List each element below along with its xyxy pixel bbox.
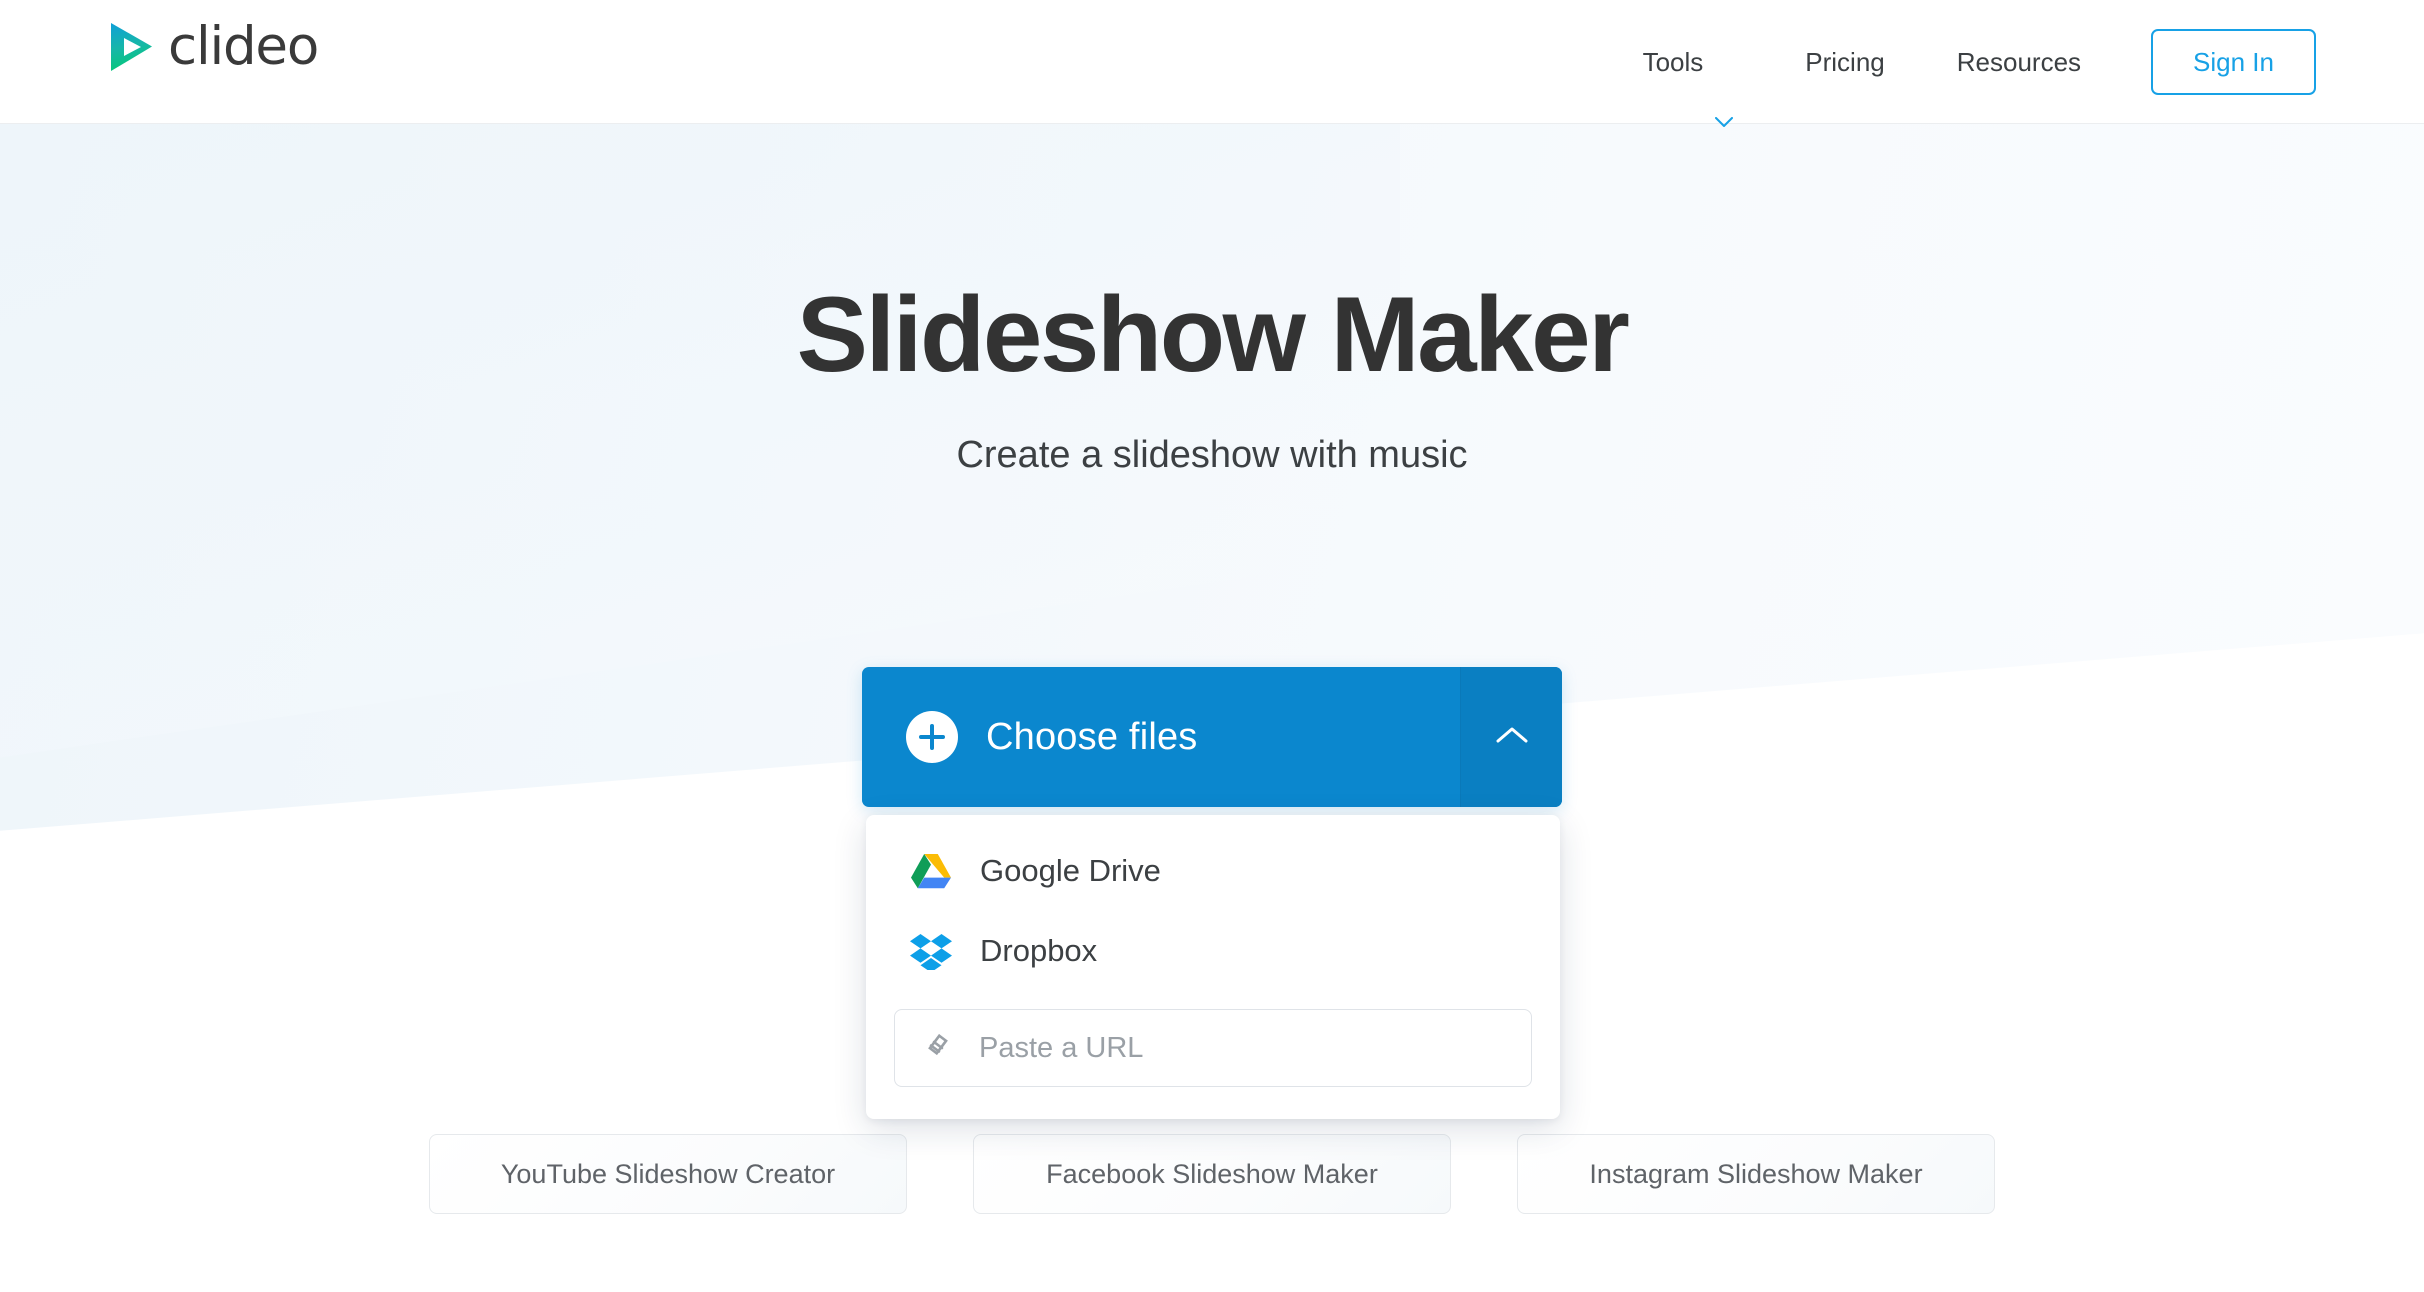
- choose-files-button[interactable]: Choose files: [862, 667, 1460, 807]
- play-triangle-icon: [108, 22, 154, 72]
- google-drive-icon: [910, 850, 952, 892]
- sign-in-button[interactable]: Sign In: [2151, 28, 2316, 96]
- choose-files-label: Choose files: [986, 715, 1198, 758]
- logo-text: clideo: [168, 16, 319, 77]
- upload-options-dropdown: Google Drive Dropbox: [866, 815, 1560, 1119]
- upload-options-toggle-button[interactable]: [1460, 667, 1562, 807]
- upload-option-google-drive[interactable]: Google Drive: [866, 831, 1560, 911]
- page-title: Slideshow Maker: [796, 274, 1630, 394]
- related-tools-links: YouTube Slideshow Creator Facebook Slide…: [0, 1134, 2424, 1214]
- upload-option-label: Dropbox: [980, 933, 1098, 968]
- upload-option-dropbox[interactable]: Dropbox: [866, 911, 1560, 991]
- file-uploader: Choose files Google Drive Dropbox Paste …: [862, 667, 1562, 1119]
- related-tool-card[interactable]: YouTube Slideshow Creator: [429, 1134, 907, 1214]
- related-tool-card[interactable]: Instagram Slideshow Maker: [1517, 1134, 1995, 1214]
- paste-url-input[interactable]: [979, 1010, 1531, 1086]
- plus-icon: [906, 711, 958, 763]
- chevron-up-icon: [1495, 725, 1529, 750]
- nav-item-pricing[interactable]: Pricing: [1769, 0, 1920, 124]
- chevron-down-icon: [1715, 57, 1734, 127]
- nav-item-tools[interactable]: Tools: [1607, 0, 1770, 127]
- site-header: clideo Tools Pricing Resources Sign In: [0, 0, 2424, 127]
- choose-files-button-group: Choose files: [862, 667, 1562, 807]
- nav-item-resources[interactable]: Resources: [1921, 0, 2117, 124]
- dropbox-icon: [910, 930, 952, 972]
- hero-section: Slideshow Maker Create a slideshow with …: [0, 124, 2424, 477]
- link-icon: [921, 1029, 955, 1068]
- logo[interactable]: clideo: [108, 16, 319, 77]
- upload-option-label: Google Drive: [980, 853, 1161, 888]
- page-subtitle: Create a slideshow with music: [956, 433, 1468, 476]
- nav-item-label: Resources: [1956, 47, 2082, 77]
- nav-item-label: Pricing: [1805, 47, 1885, 77]
- nav-item-label: Tools: [1642, 47, 1704, 77]
- related-tool-card[interactable]: Facebook Slideshow Maker: [973, 1134, 1451, 1214]
- main-navigation: Tools Pricing Resources Sign In: [1607, 0, 2316, 127]
- paste-url-field[interactable]: [894, 1009, 1532, 1087]
